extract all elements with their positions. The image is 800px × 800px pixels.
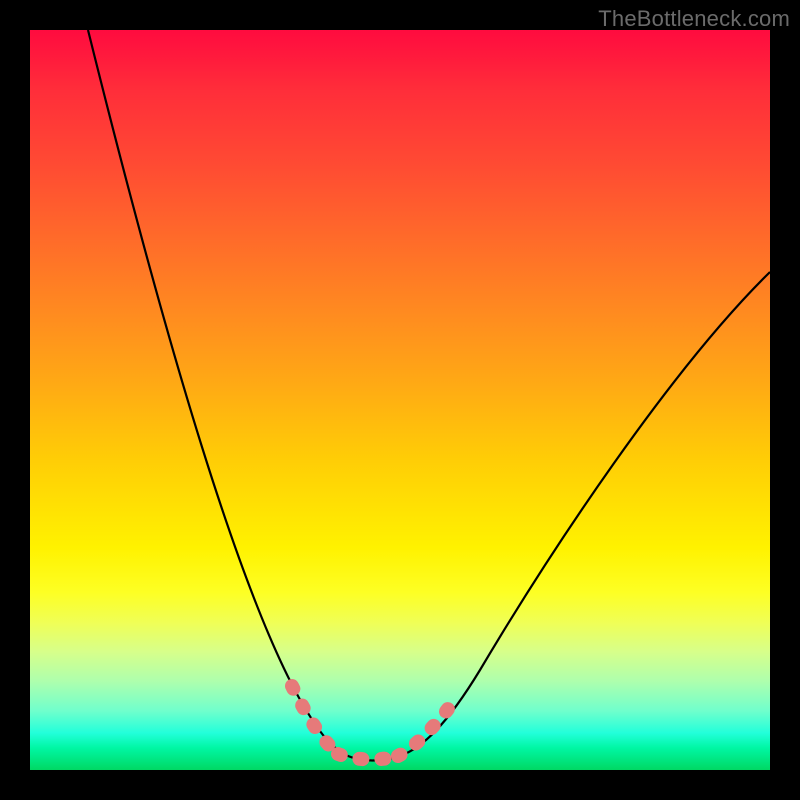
- curve-layer: [30, 30, 770, 770]
- bottleneck-curve: [88, 30, 770, 761]
- optimum-highlight-right: [398, 696, 458, 756]
- optimum-highlight-floor: [338, 754, 394, 759]
- watermark-text: TheBottleneck.com: [598, 6, 790, 32]
- chart-frame: TheBottleneck.com: [0, 0, 800, 800]
